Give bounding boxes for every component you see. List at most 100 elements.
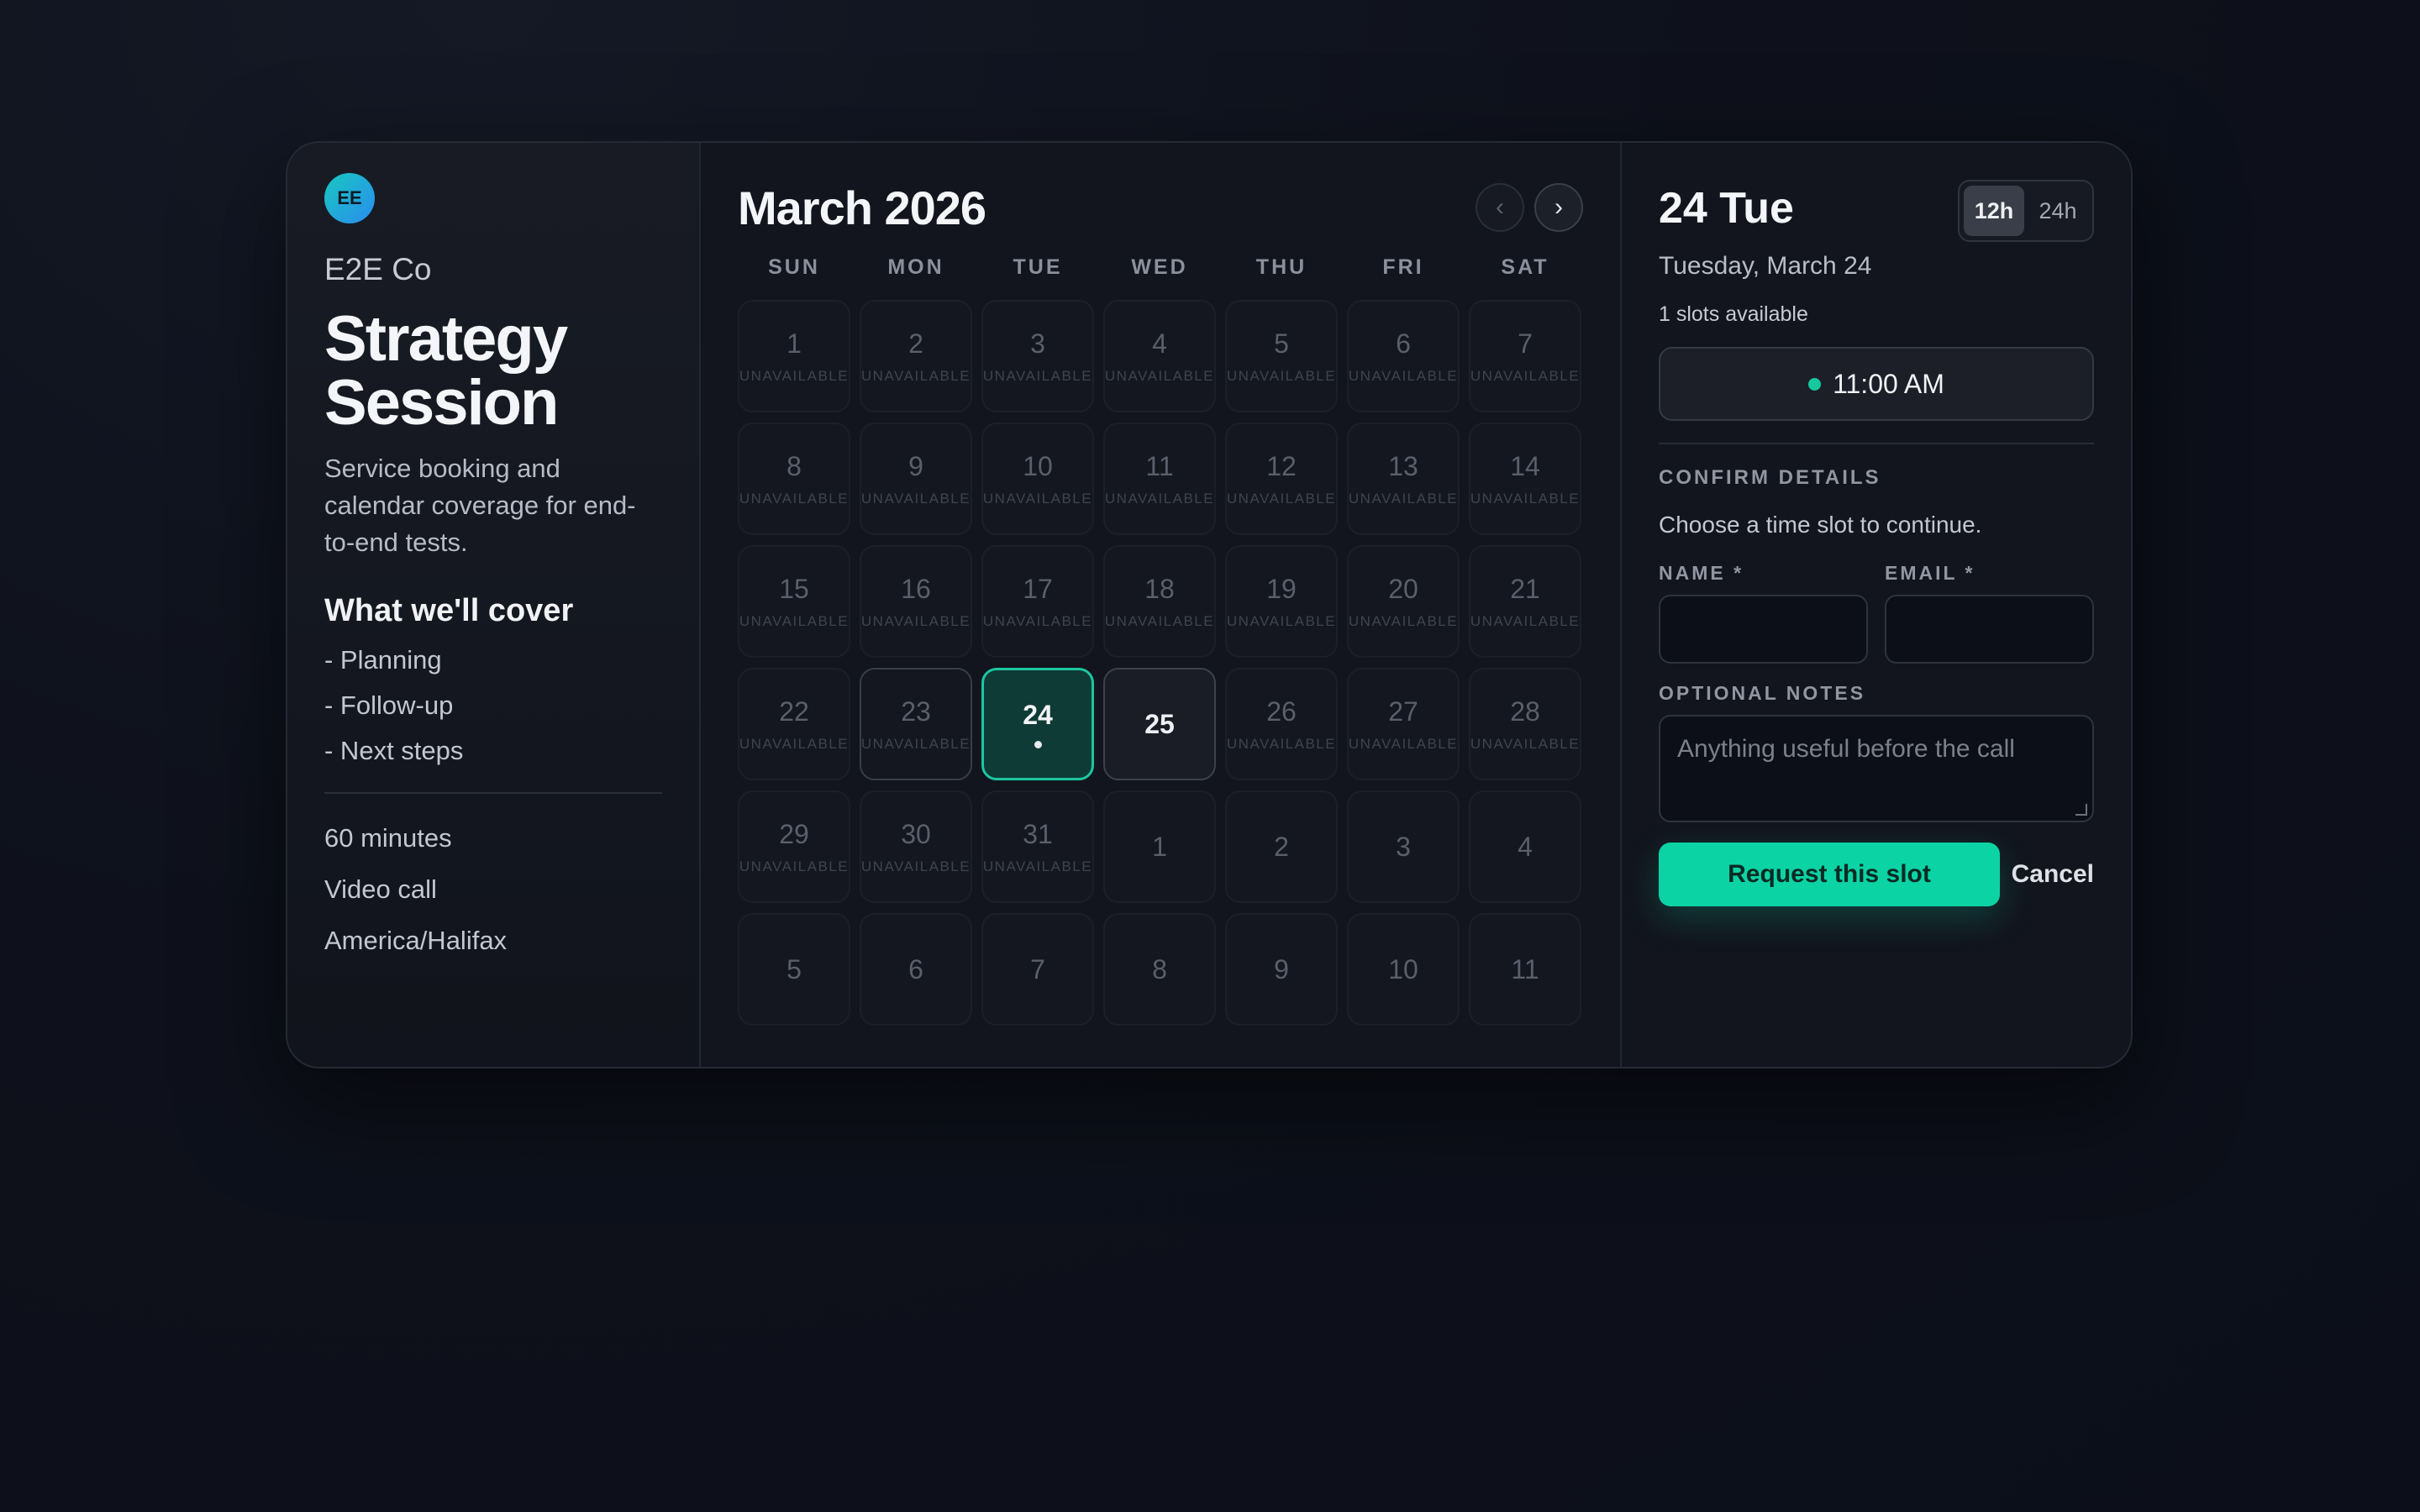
day-number: 5: [1274, 328, 1289, 359]
day-number: 16: [901, 573, 931, 604]
day-number: 10: [1388, 953, 1418, 984]
cover-item: - Follow-up: [324, 690, 454, 720]
day-number: 17: [1023, 573, 1053, 604]
resize-handle-icon[interactable]: [2075, 804, 2087, 816]
calendar-day: 17 UNAVAILABLE: [981, 545, 1094, 658]
day-number: 25: [1144, 708, 1175, 739]
calendar-day: 11: [1469, 913, 1581, 1026]
email-input[interactable]: [1885, 595, 2094, 664]
unavailable-label: UNAVAILABLE: [1104, 367, 1215, 384]
calendar-day: 16 UNAVAILABLE: [860, 545, 972, 658]
unavailable-label: UNAVAILABLE: [860, 367, 971, 384]
unavailable-label: UNAVAILABLE: [1226, 735, 1337, 752]
day-number: 10: [1023, 450, 1053, 481]
name-label: NAME *: [1659, 562, 1744, 584]
day-number: 20: [1388, 573, 1418, 604]
weekday-header: SUN MON TUE WED THU FRI SAT: [738, 255, 1583, 280]
unavailable-label: UNAVAILABLE: [739, 490, 850, 507]
calendar-day: 8: [1103, 913, 1216, 1026]
cover-item: - Planning: [324, 645, 442, 675]
unavailable-label: UNAVAILABLE: [1226, 490, 1337, 507]
unavailable-label: UNAVAILABLE: [860, 735, 971, 752]
unavailable-label: UNAVAILABLE: [1470, 735, 1581, 752]
weekday-label: MON: [887, 255, 944, 279]
day-number: 14: [1510, 450, 1540, 481]
event-info-panel: EE E2E Co Strategy Session Service booki…: [287, 143, 701, 1067]
cancel-button[interactable]: Cancel: [2012, 860, 2094, 889]
calendar-day: 10: [1347, 913, 1460, 1026]
event-title-line-2: Session: [324, 367, 559, 438]
time-slot-label: 11:00 AM: [1833, 368, 1944, 399]
calendar-header: March 2026 ‹ ›: [738, 180, 1583, 235]
weekday-label: TUE: [1013, 255, 1063, 279]
event-location: Video call: [324, 874, 437, 904]
calendar-day: 8 UNAVAILABLE: [738, 423, 850, 535]
calendar-day: 15 UNAVAILABLE: [738, 545, 850, 658]
prev-month-button[interactable]: ‹: [1476, 183, 1524, 232]
day-number: 31: [1023, 818, 1053, 849]
selected-date-title: 24 Tue: [1659, 184, 1794, 233]
format-24h-button[interactable]: 24h: [2028, 186, 2088, 236]
chevron-right-icon: ›: [1555, 193, 1563, 221]
calendar-day: 14 UNAVAILABLE: [1469, 423, 1581, 535]
slots-count: 1 slots available: [1659, 302, 1808, 326]
calendar-day: 11 UNAVAILABLE: [1103, 423, 1216, 535]
day-number: 26: [1266, 696, 1297, 727]
day-number: 22: [779, 696, 809, 727]
calendar-day: 18 UNAVAILABLE: [1103, 545, 1216, 658]
next-month-button[interactable]: ›: [1534, 183, 1583, 232]
day-number: 8: [1152, 953, 1167, 984]
calendar-day: 20 UNAVAILABLE: [1347, 545, 1460, 658]
calendar-day[interactable]: 25: [1103, 668, 1216, 780]
calendar-day[interactable]: 24: [981, 668, 1094, 780]
calendar-day: 13 UNAVAILABLE: [1347, 423, 1460, 535]
name-input[interactable]: [1659, 595, 1868, 664]
weekday-label: FRI: [1382, 255, 1424, 279]
cover-list: - Planning - Follow-up - Next steps: [324, 638, 662, 774]
event-description: Service booking and calendar coverage fo…: [324, 454, 636, 557]
cover-heading: What we'll cover: [324, 593, 574, 628]
weekday-label: WED: [1131, 255, 1188, 279]
day-number: 12: [1266, 450, 1297, 481]
day-number: 13: [1388, 450, 1418, 481]
format-12h-button[interactable]: 12h: [1964, 186, 2024, 236]
calendar-day: 22 UNAVAILABLE: [738, 668, 850, 780]
weekday-label: THU: [1255, 255, 1307, 279]
day-number: 23: [901, 696, 931, 727]
confirm-details-heading: CONFIRM DETAILS: [1659, 466, 1881, 489]
calendar-day: 21 UNAVAILABLE: [1469, 545, 1581, 658]
day-number: 24: [1023, 700, 1053, 730]
calendar-day: 12 UNAVAILABLE: [1225, 423, 1338, 535]
event-title-line-1: Strategy: [324, 303, 568, 375]
calendar-day: 1 UNAVAILABLE: [738, 300, 850, 412]
day-number: 19: [1266, 573, 1297, 604]
slot-panel-header: 24 Tue 12h 24h: [1659, 180, 2094, 242]
unavailable-label: UNAVAILABLE: [982, 367, 1093, 384]
month-label: March 2026: [738, 181, 986, 234]
calendar-day: 2 UNAVAILABLE: [860, 300, 972, 412]
calendar-day: 28 UNAVAILABLE: [1469, 668, 1581, 780]
calendar-day: 30 UNAVAILABLE: [860, 790, 972, 903]
calendar-day: 1: [1103, 790, 1216, 903]
calendar-day: 5: [738, 913, 850, 1026]
cover-item: - Next steps: [324, 736, 464, 765]
day-number: 8: [786, 450, 802, 481]
unavailable-label: UNAVAILABLE: [1104, 490, 1215, 507]
form-actions: Request this slot Cancel: [1659, 843, 2094, 906]
day-number: 7: [1518, 328, 1533, 359]
unavailable-label: UNAVAILABLE: [1348, 612, 1459, 629]
name-field-group: NAME *: [1659, 562, 1868, 664]
available-dot-icon: [1808, 377, 1822, 391]
time-slot-button[interactable]: 11:00 AM: [1659, 347, 2094, 421]
unavailable-label: UNAVAILABLE: [1470, 490, 1581, 507]
weekday-label: SUN: [768, 255, 820, 279]
day-number: 3: [1396, 831, 1411, 862]
unavailable-label: UNAVAILABLE: [1348, 367, 1459, 384]
event-title: Strategy Session: [324, 307, 662, 435]
day-number: 15: [779, 573, 809, 604]
request-slot-button[interactable]: Request this slot: [1659, 843, 2000, 906]
notes-textarea[interactable]: Anything useful before the call: [1659, 715, 2094, 822]
day-number: 11: [1145, 450, 1174, 481]
company-name: E2E Co: [324, 252, 432, 286]
unavailable-label: UNAVAILABLE: [860, 612, 971, 629]
